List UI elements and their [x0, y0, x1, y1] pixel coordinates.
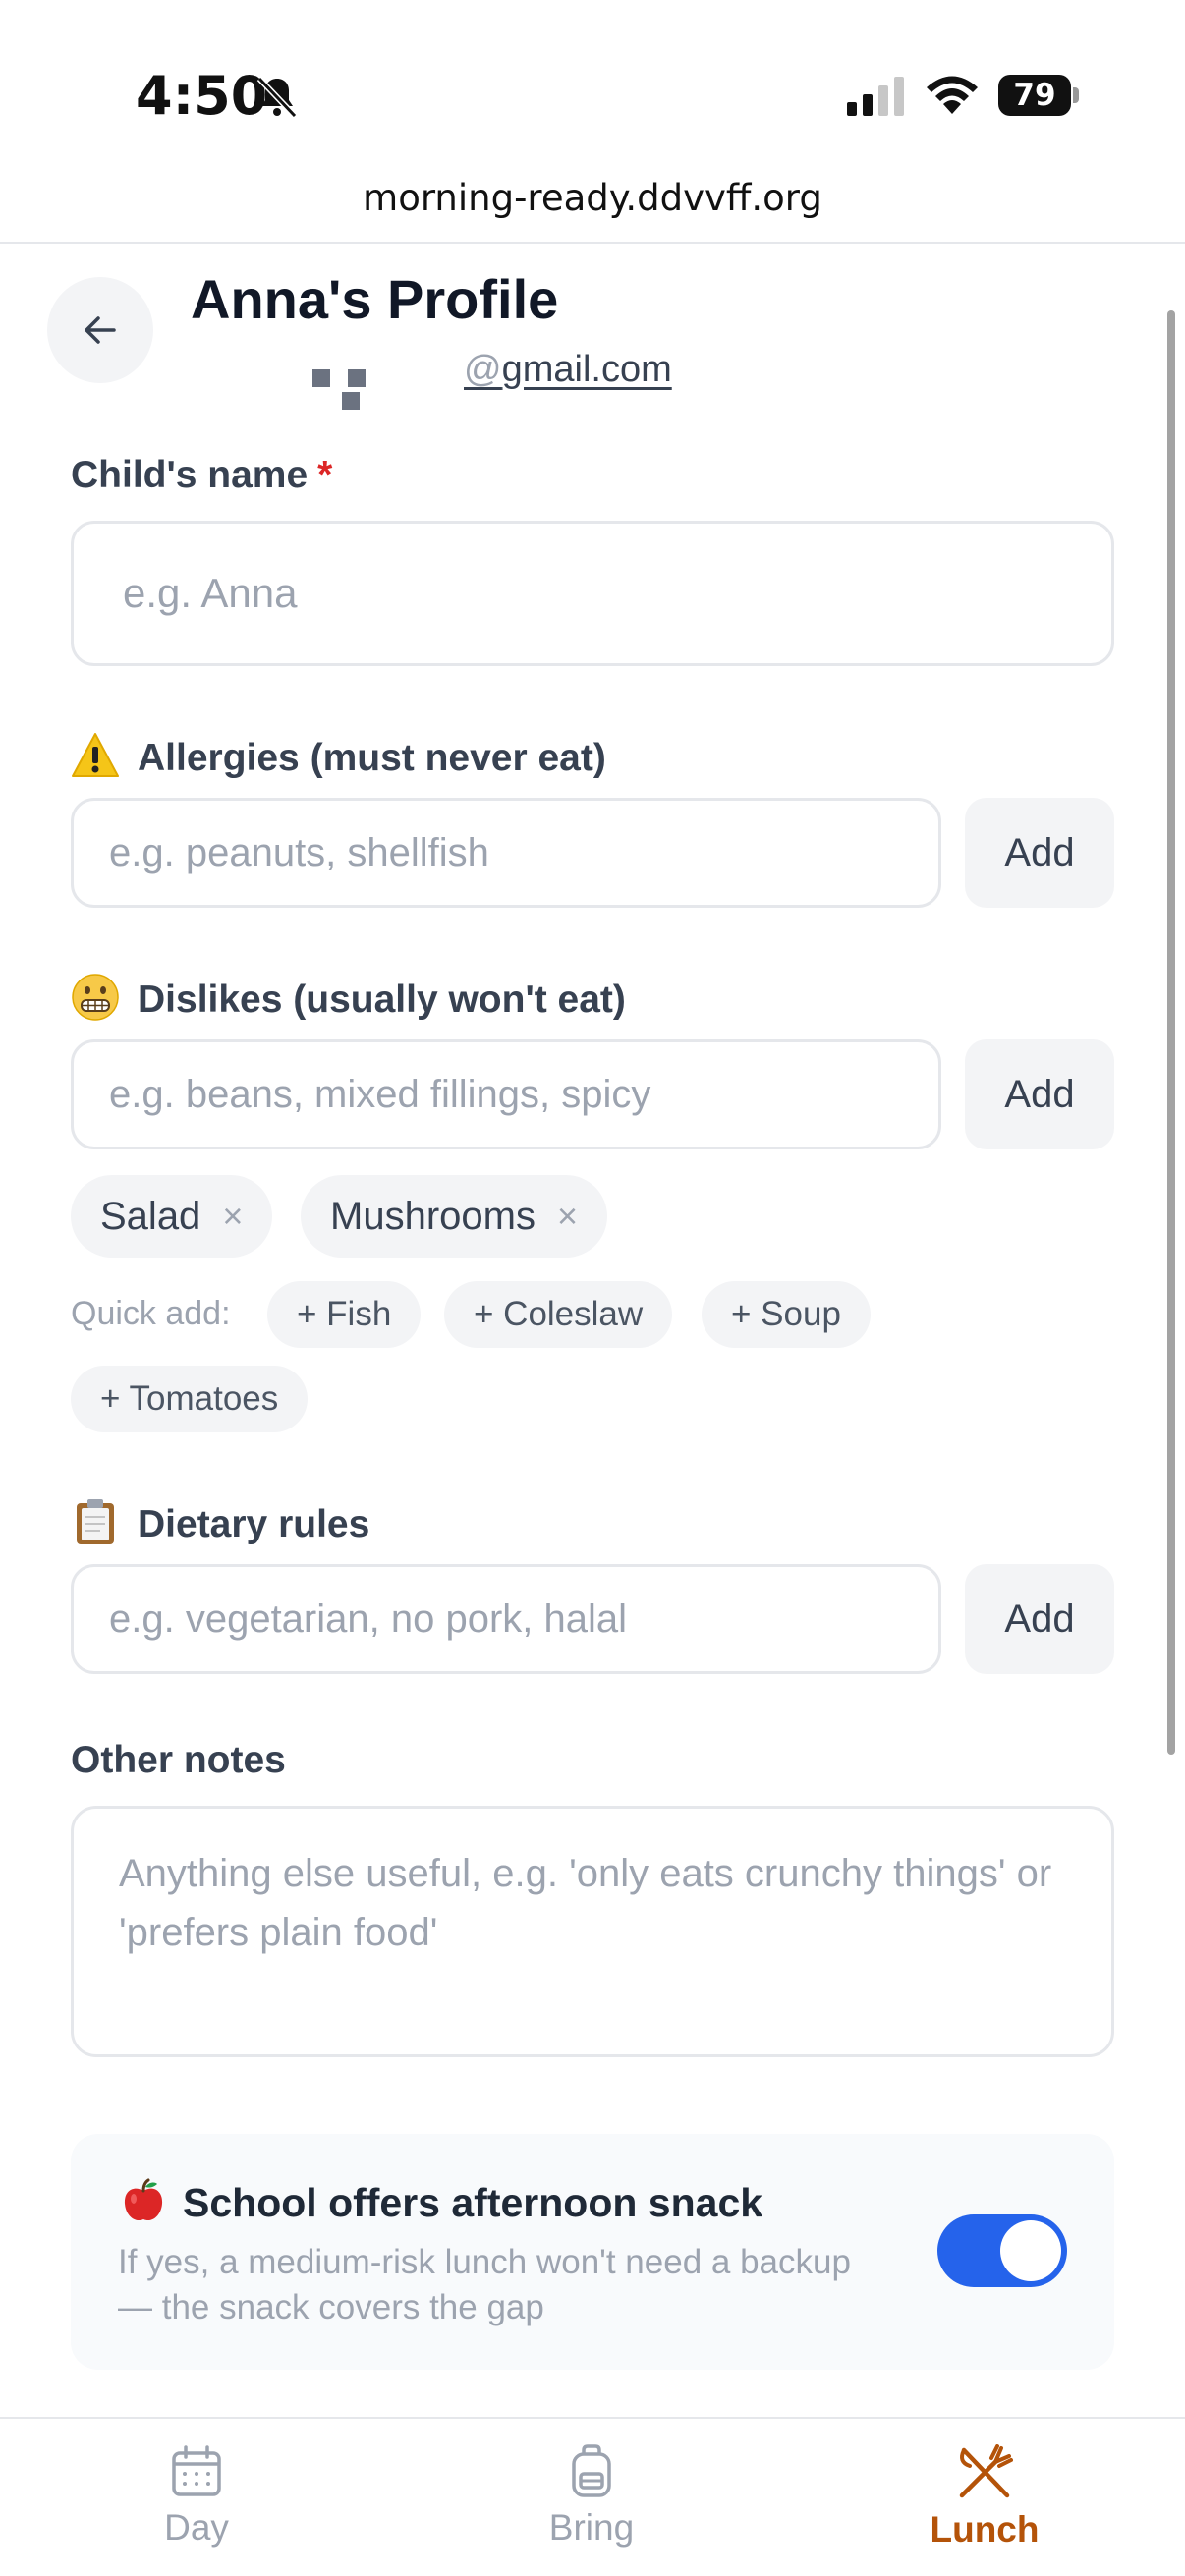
arrow-left-icon	[85, 316, 116, 344]
allergies-label: Allergies (must never eat)	[71, 731, 606, 780]
required-mark: *	[317, 454, 333, 496]
allergies-input[interactable]: e.g. peanuts, shellfish	[71, 798, 941, 908]
email-at-fragment: @	[464, 349, 502, 390]
tag-label: Salad	[100, 1194, 201, 1238]
remove-tag-icon[interactable]: ×	[557, 1196, 578, 1237]
dislikes-label-text: Dislikes (usually won't eat)	[138, 979, 626, 1021]
back-button[interactable]	[47, 277, 153, 383]
snack-title: School offers afternoon snack	[120, 2177, 762, 2226]
utensils-icon	[959, 2444, 1013, 2498]
allergies-placeholder: e.g. peanuts, shellfish	[109, 830, 489, 874]
toggle-knob	[1000, 2220, 1061, 2281]
quick-add-coleslaw[interactable]: + Coleslaw	[444, 1281, 673, 1348]
signal-icon	[847, 77, 904, 116]
account-email[interactable]: @gmail.com	[464, 349, 672, 391]
quick-add-fish[interactable]: + Fish	[267, 1281, 422, 1348]
grimace-face-icon	[72, 974, 119, 1021]
nav-bring-label: Bring	[548, 2507, 635, 2548]
snack-title-text: School offers afternoon snack	[183, 2180, 763, 2225]
child-name-label-text: Child's name	[71, 454, 309, 496]
backpack-icon	[572, 2444, 611, 2497]
calendar-icon	[172, 2445, 221, 2496]
dietary-input[interactable]: e.g. vegetarian, no pork, halal	[71, 1564, 941, 1674]
battery-indicator: 79	[998, 75, 1079, 116]
divider	[0, 242, 1185, 244]
warning-icon	[72, 733, 119, 777]
clipboard-icon	[77, 1499, 114, 1544]
dislike-tag-mushrooms[interactable]: Mushrooms ×	[301, 1175, 607, 1258]
page-title: Anna's Profile	[191, 268, 559, 330]
snack-card: School offers afternoon snack If yes, a …	[71, 2134, 1114, 2370]
dislikes-placeholder: e.g. beans, mixed fillings, spicy	[109, 1072, 651, 1116]
wifi-icon	[927, 76, 978, 114]
bell-muted-icon	[256, 76, 298, 119]
apple-icon	[124, 2178, 163, 2221]
quick-add-soup[interactable]: + Soup	[702, 1281, 871, 1348]
battery-level: 79	[1013, 78, 1056, 113]
allergies-label-text: Allergies (must never eat)	[138, 737, 606, 779]
child-name-input[interactable]: e.g. Anna	[71, 521, 1114, 666]
allergies-add-button[interactable]: Add	[965, 798, 1114, 908]
dietary-add-button[interactable]: Add	[965, 1564, 1114, 1674]
remove-tag-icon[interactable]: ×	[222, 1196, 243, 1237]
quick-add-tomatoes[interactable]: + Tomatoes	[71, 1366, 309, 1432]
child-name-placeholder: e.g. Anna	[123, 570, 298, 616]
scrollbar[interactable]	[1167, 310, 1175, 1755]
email-domain: gmail.com	[501, 349, 672, 390]
dislikes-input[interactable]: e.g. beans, mixed fillings, spicy	[71, 1039, 941, 1149]
snack-description: If yes, a medium-risk lunch won't need a…	[118, 2243, 851, 2326]
bottom-nav: Day Bring Lunch	[0, 2417, 1185, 2576]
email-redacted	[312, 369, 430, 410]
nav-day[interactable]: Day	[98, 2444, 295, 2548]
dislike-tag-salad[interactable]: Salad ×	[71, 1175, 273, 1258]
dislikes-add-button[interactable]: Add	[965, 1039, 1114, 1149]
notes-label: Other notes	[71, 1739, 286, 1781]
dietary-label-text: Dietary rules	[138, 1503, 370, 1545]
url-bar[interactable]: morning-ready.ddvvff.org	[0, 177, 1185, 219]
nav-lunch[interactable]: Lunch	[886, 2444, 1083, 2550]
dietary-label: Dietary rules	[71, 1497, 369, 1546]
status-bar: 4:50 79	[0, 0, 1185, 157]
child-name-label: Child's name *	[71, 454, 332, 497]
tag-label: Mushrooms	[330, 1194, 536, 1238]
notes-placeholder: Anything else useful, e.g. 'only eats cr…	[119, 1852, 1052, 1954]
snack-toggle[interactable]	[937, 2214, 1067, 2287]
status-time: 4:50	[136, 65, 268, 127]
nav-lunch-label: Lunch	[930, 2509, 1040, 2549]
dietary-placeholder: e.g. vegetarian, no pork, halal	[109, 1596, 628, 1641]
nav-bring[interactable]: Bring	[493, 2444, 690, 2548]
dislikes-label: Dislikes (usually won't eat)	[71, 973, 626, 1022]
quick-add-label: Quick add:	[71, 1295, 231, 1332]
nav-day-label: Day	[164, 2507, 229, 2548]
notes-textarea[interactable]: Anything else useful, e.g. 'only eats cr…	[71, 1806, 1114, 2057]
